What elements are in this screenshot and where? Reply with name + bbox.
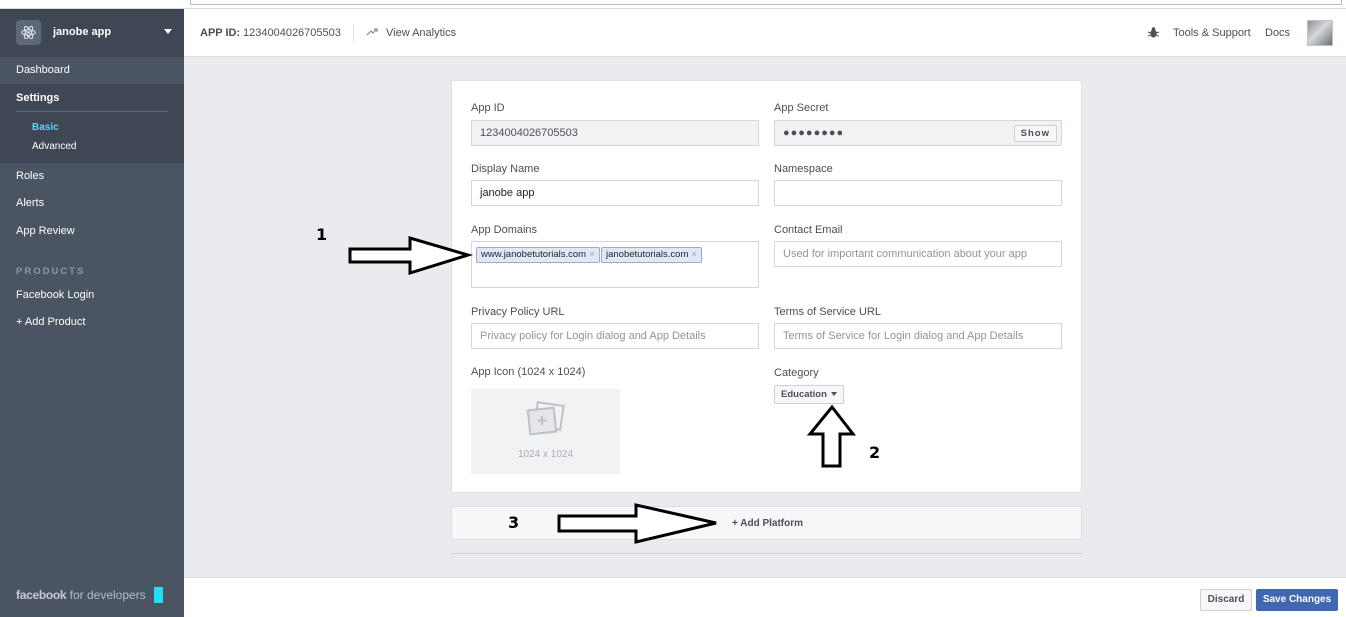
privacy-url-label: Privacy Policy URL	[471, 306, 565, 318]
add-platform-button[interactable]: + Add Platform	[732, 518, 803, 529]
docs-link[interactable]: Docs	[1265, 27, 1290, 39]
domain-token: www.janobetutorials.com ×	[476, 247, 600, 263]
image-placeholder-icon	[526, 401, 565, 436]
browser-url-bar[interactable]	[190, 0, 1342, 5]
category-label: Category	[774, 367, 819, 379]
app-domains-field[interactable]: www.janobetutorials.com × janobetutorials…	[471, 241, 759, 288]
app-switcher[interactable]: janobe app	[0, 9, 184, 57]
domain-token-text: www.janobetutorials.com	[481, 249, 587, 260]
app-secret-field[interactable]: ●●●●●●●● Show	[774, 120, 1062, 146]
app-id-field-label: App ID	[471, 102, 505, 114]
add-platform-bar[interactable]: + Add Platform	[451, 506, 1082, 540]
footer-bar: Discard Save Changes	[184, 577, 1346, 617]
app-id-value: 1234004026705503	[243, 27, 341, 39]
annotation-arrow-right-icon	[348, 235, 474, 276]
sidebar-item-roles[interactable]: Roles	[16, 170, 44, 182]
chevron-down-icon	[830, 392, 837, 396]
sidebar-item-dashboard[interactable]: Dashboard	[16, 64, 70, 76]
products-section-label: PRODUCTS	[16, 266, 86, 277]
for-developers-text: for developers	[69, 588, 146, 602]
app-domains-label: App Domains	[471, 224, 538, 236]
sidebar: janobe app Dashboard Settings Basic Adva…	[0, 9, 184, 617]
sidebar-item-settings[interactable]: Settings	[16, 92, 59, 104]
annotation-arrow-up-icon	[806, 404, 857, 468]
facebook-developers-logo: facebook for developers	[16, 588, 146, 602]
contact-email-field[interactable]: Used for important communication about y…	[774, 241, 1062, 267]
chevron-down-icon[interactable]	[164, 29, 172, 34]
view-analytics-link[interactable]: View Analytics	[386, 27, 456, 39]
sidebar-item-app-review[interactable]: App Review	[16, 225, 75, 237]
sidebar-settings-group: Settings Basic Advanced	[0, 84, 184, 163]
namespace-label: Namespace	[774, 163, 833, 175]
annotation-arrow-right-icon	[557, 503, 717, 544]
privacy-url-field[interactable]: Privacy policy for Login dialog and App …	[471, 323, 759, 349]
app-name: janobe app	[53, 26, 112, 38]
divider	[16, 111, 168, 112]
sidebar-subitem-basic[interactable]: Basic	[32, 122, 59, 133]
remove-token-icon[interactable]: ×	[589, 249, 595, 260]
remove-token-icon[interactable]: ×	[691, 249, 697, 260]
avatar[interactable]	[1307, 20, 1333, 46]
app-icon-label: App Icon (1024 x 1024)	[471, 366, 586, 378]
app-icon-upload[interactable]: 1024 x 1024	[471, 389, 620, 474]
domain-token-text: janobetutorials.com	[606, 249, 689, 260]
sidebar-item-alerts[interactable]: Alerts	[16, 197, 44, 209]
annotation-number-2: 2	[869, 443, 881, 462]
discard-button[interactable]: Discard	[1200, 589, 1252, 611]
annotation-number-1: 1	[316, 225, 328, 244]
save-changes-button[interactable]: Save Changes	[1256, 589, 1338, 611]
divider	[353, 24, 354, 42]
sidebar-subitem-advanced[interactable]: Advanced	[32, 141, 76, 152]
bug-icon[interactable]	[1147, 26, 1160, 42]
annotation-number-3: 3	[508, 513, 520, 532]
sidebar-item-add-product[interactable]: + Add Product	[16, 316, 85, 328]
basic-settings-panel: App ID 1234004026705503 App Secret ●●●●●…	[451, 80, 1082, 493]
app-icon-size-text: 1024 x 1024	[517, 449, 574, 460]
display-name-field[interactable]: janobe app	[471, 180, 759, 206]
domain-token: janobetutorials.com ×	[601, 247, 702, 263]
category-value: Education	[781, 389, 827, 400]
sidebar-item-facebook-login[interactable]: Facebook Login	[16, 289, 94, 301]
browser-url-strip	[0, 0, 1346, 9]
app-secret-label: App Secret	[774, 102, 829, 114]
app-id-label: APP ID:	[200, 27, 241, 39]
category-dropdown[interactable]: Education	[774, 385, 844, 404]
display-name-label: Display Name	[471, 163, 540, 175]
topbar: APP ID: 1234004026705503 View Analytics …	[184, 9, 1346, 57]
app-secret-masked: ●●●●●●●●	[783, 127, 845, 139]
text-cursor	[154, 587, 163, 603]
divider	[451, 553, 1082, 554]
namespace-field[interactable]	[774, 180, 1062, 206]
facebook-wordmark: facebook	[16, 588, 67, 602]
tos-url-field[interactable]: Terms of Service for Login dialog and Ap…	[774, 323, 1062, 349]
app-id-field[interactable]: 1234004026705503	[471, 120, 759, 146]
show-secret-button[interactable]: Show	[1013, 125, 1057, 142]
tos-url-label: Terms of Service URL	[774, 306, 881, 318]
trend-arrow-icon[interactable]	[366, 27, 379, 40]
react-atom-icon	[16, 20, 41, 45]
contact-email-label: Contact Email	[774, 224, 843, 236]
tools-support-link[interactable]: Tools & Support	[1173, 27, 1251, 39]
